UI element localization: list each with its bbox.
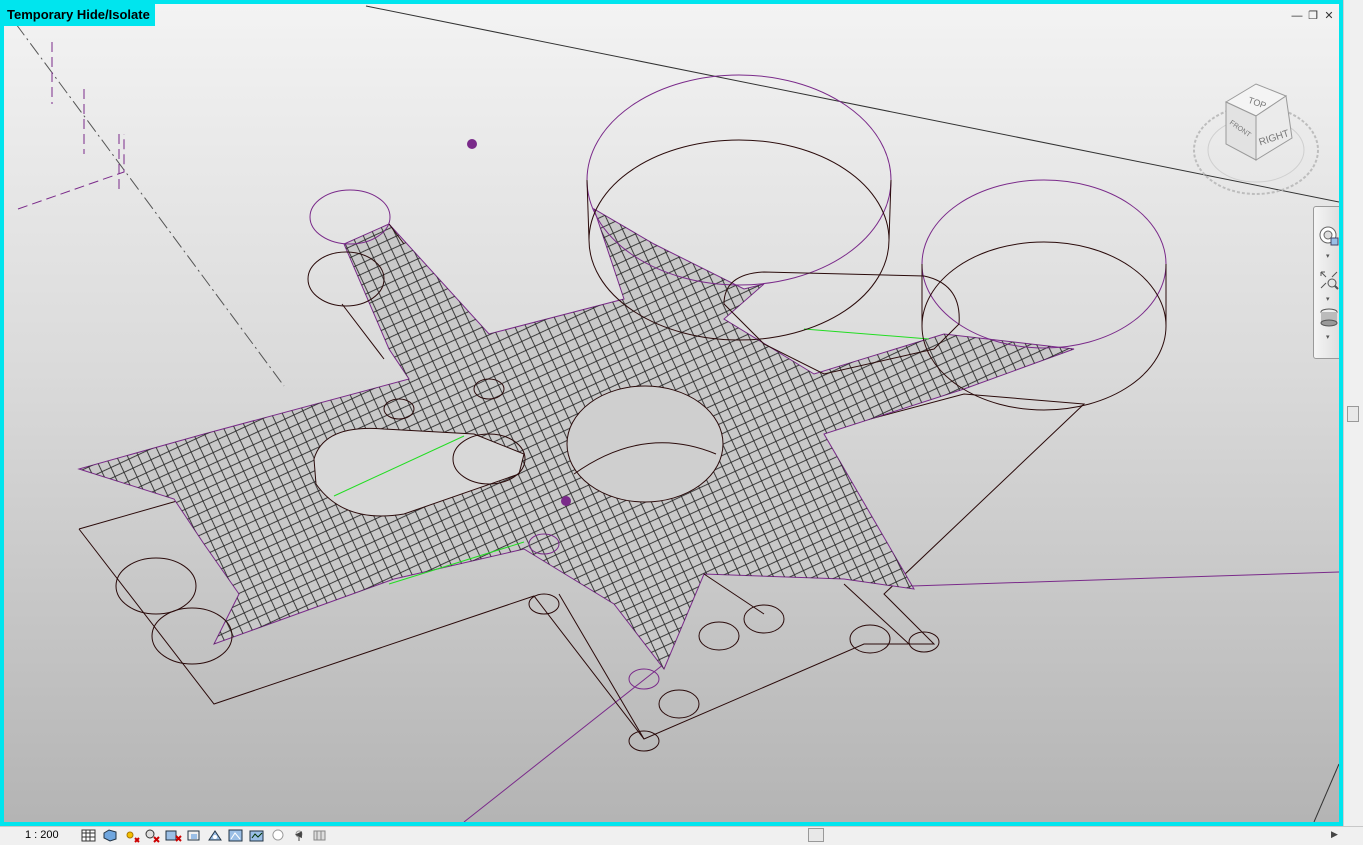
scroll-left-arrow-icon[interactable]: ◀ xyxy=(295,829,302,840)
view-control-bar: 1 : 200 ◀ ▶ xyxy=(0,826,1363,845)
zoom-icon[interactable] xyxy=(1318,269,1340,291)
viewcube[interactable]: TOP FRONT RIGHT xyxy=(1190,82,1326,200)
peg xyxy=(658,689,700,719)
peg xyxy=(528,593,560,615)
reference-point xyxy=(467,139,477,149)
view-title: Temporary Hide/Isolate xyxy=(4,4,155,26)
orbit-icon[interactable] xyxy=(1318,307,1340,329)
reference-line xyxy=(463,663,665,822)
window-controls: — ❐ ✕ xyxy=(1291,10,1335,22)
vertical-scrollbar[interactable] xyxy=(1343,0,1363,826)
chevron-down-icon[interactable]: ▾ xyxy=(1326,296,1332,303)
chevron-down-icon[interactable]: ▾ xyxy=(1326,334,1332,341)
level-markers xyxy=(17,42,125,210)
scroll-right-arrow-icon[interactable]: ▶ xyxy=(1331,829,1338,840)
analysis-icon[interactable] xyxy=(248,828,266,843)
steering-wheel-icon[interactable] xyxy=(1318,225,1340,247)
chevron-down-icon[interactable]: ▾ xyxy=(1326,253,1332,260)
restore-button[interactable]: ❐ xyxy=(1307,10,1319,22)
reference-line xyxy=(1313,763,1339,822)
close-button[interactable]: ✕ xyxy=(1323,10,1335,22)
reference-line xyxy=(911,571,1339,587)
axis-line xyxy=(15,23,285,387)
peg xyxy=(849,624,891,654)
visual-style-icon[interactable] xyxy=(101,828,119,843)
minimize-button[interactable]: — xyxy=(1291,10,1303,22)
sun-path-icon[interactable] xyxy=(122,828,140,843)
reveal-hidden-icon[interactable] xyxy=(227,828,245,843)
peg xyxy=(628,668,660,690)
show-crop-icon[interactable] xyxy=(185,828,203,843)
detail-level-icon[interactable] xyxy=(80,828,98,843)
3d-view[interactable]: Temporary Hide/Isolate — ❐ ✕ TOP FRONT R… xyxy=(0,0,1343,826)
reference-point xyxy=(561,496,571,506)
shadows-icon[interactable] xyxy=(143,828,161,843)
peg xyxy=(628,730,660,752)
temporary-hide-icon[interactable] xyxy=(206,828,224,843)
navigation-bar: ▾ ▾ ▾ xyxy=(1313,206,1340,359)
peg xyxy=(908,631,940,653)
view-controls xyxy=(80,828,329,843)
view-scale[interactable]: 1 : 200 xyxy=(25,829,59,841)
model-geometry[interactable] xyxy=(4,4,1339,822)
crop-view-icon[interactable] xyxy=(164,828,182,843)
peg xyxy=(698,621,740,651)
peg xyxy=(115,557,197,615)
worksharing-icon[interactable] xyxy=(311,828,329,843)
peg xyxy=(743,604,785,634)
peg xyxy=(309,189,391,245)
highlight-icon[interactable] xyxy=(269,828,287,843)
selected-edge xyxy=(803,328,930,340)
vertical-scroll-thumb[interactable] xyxy=(1347,406,1359,422)
horizontal-scroll-thumb[interactable] xyxy=(808,828,824,842)
